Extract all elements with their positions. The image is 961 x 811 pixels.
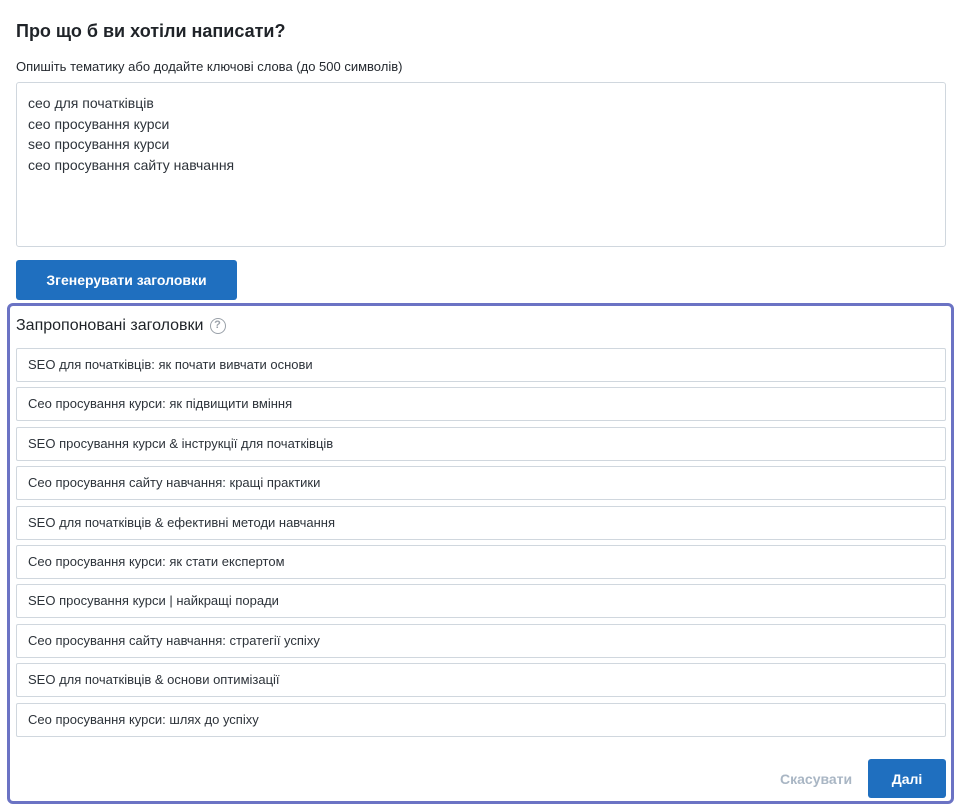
suggested-titles-panel: Запропоновані заголовки ? SEO для початк… [7, 303, 954, 804]
topic-input[interactable]: сео для початківців сео просування курси… [16, 82, 946, 247]
suggested-titles-label: Запропоновані заголовки [16, 317, 204, 334]
title-option[interactable]: Сео просування курси: шлях до успіху [16, 702, 946, 737]
help-icon[interactable]: ? [209, 318, 226, 334]
title-option[interactable]: SEO для початківців & ефективні методи н… [16, 505, 946, 540]
title-option[interactable]: Сео просування курси: як стати експертом [16, 544, 946, 579]
suggested-titles-list: SEO для початківців: як почати вивчати о… [16, 348, 946, 742]
title-option[interactable]: Сео просування курси: як підвищити вмінн… [16, 387, 946, 422]
title-option[interactable]: SEO для початківців: як почати вивчати о… [16, 348, 946, 382]
write-dialog: Про що б ви хотіли написати? Опишіть тем… [0, 0, 961, 811]
suggested-titles-heading: Запропоновані заголовки ? [16, 316, 226, 336]
generate-titles-button[interactable]: Згенерувати заголовки [16, 260, 237, 300]
title-option[interactable]: SEO просування курси | найкращі поради [16, 584, 946, 619]
title-option[interactable]: Сео просування сайту навчання: кращі пра… [16, 466, 946, 501]
page-title: Про що б ви хотіли написати? [16, 21, 286, 41]
topic-description: Опишіть тематику або додайте ключові сло… [16, 59, 403, 74]
title-option[interactable]: Сео просування сайту навчання: стратегії… [16, 623, 946, 658]
next-button[interactable]: Далі [868, 759, 946, 798]
cancel-button[interactable]: Скасувати [776, 759, 856, 799]
title-option[interactable]: SEO для початківців & основи оптимізації [16, 663, 946, 698]
title-option[interactable]: SEO просування курси & інструкції для по… [16, 426, 946, 461]
